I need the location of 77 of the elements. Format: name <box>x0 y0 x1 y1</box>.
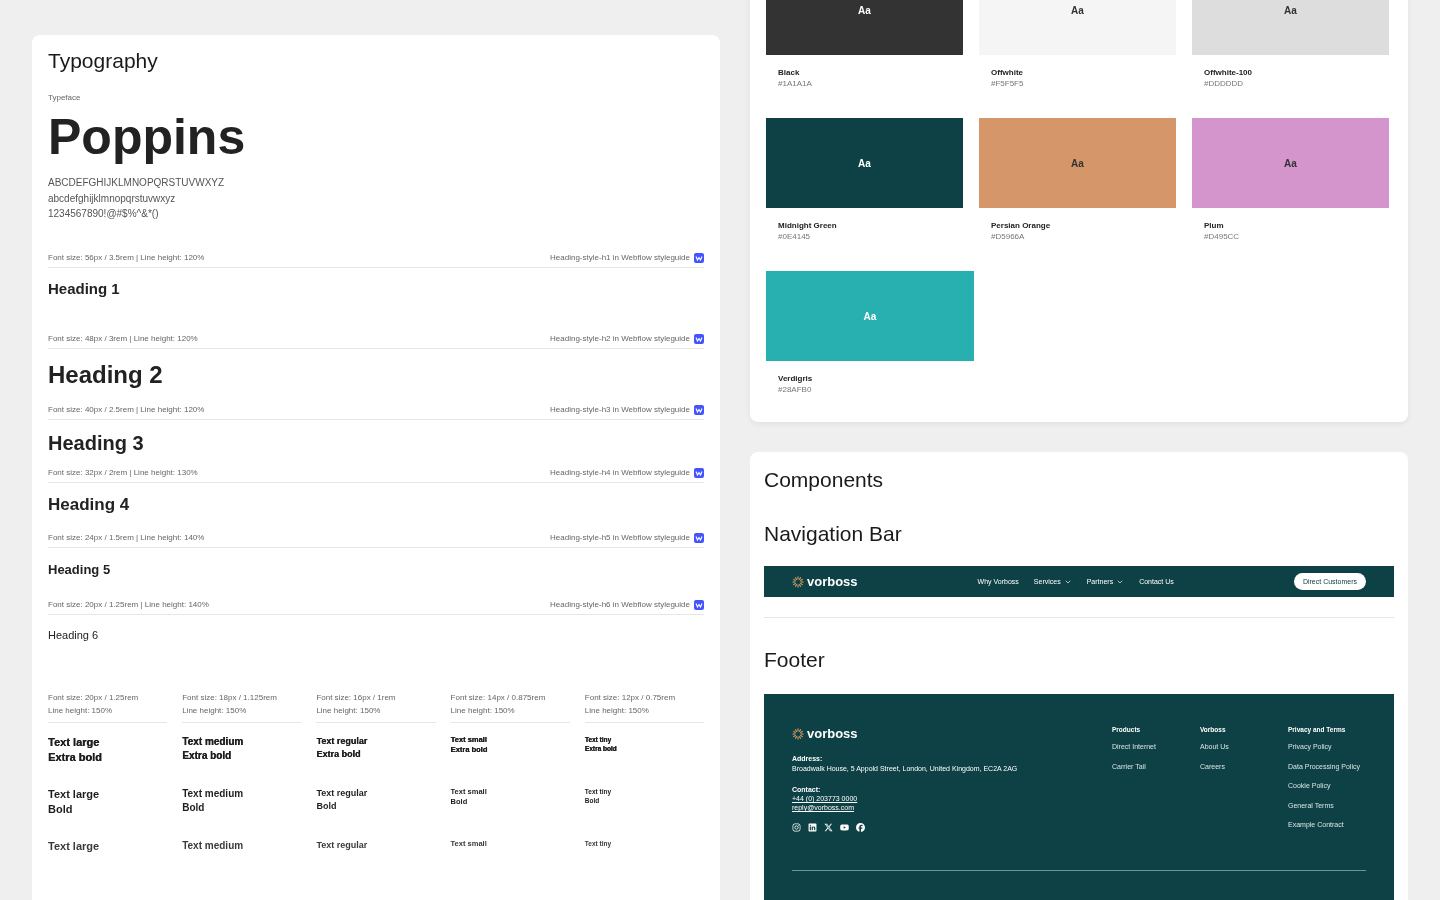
color-name: Offwhite <box>991 68 1024 77</box>
heading-sample: Heading 2 <box>48 359 164 390</box>
character-set: ABCDEFGHIJKLMNOPQRSTUVWXYZ <box>48 176 226 190</box>
brand-name: vorboss <box>807 726 858 741</box>
styleguide-reference: Heading-style-h2 in Webflow styleguide <box>550 334 690 343</box>
heading-sample: Heading 5 <box>48 560 112 579</box>
color-hex: #28AFB0 <box>778 385 813 394</box>
styleguide-reference: Heading-style-h3 in Webflow styleguide <box>550 405 690 414</box>
color-name: Black <box>778 68 801 77</box>
styleguide-reference: Heading-style-h5 in Webflow styleguide <box>550 533 690 542</box>
color-swatch: Aa <box>979 118 1176 208</box>
font-spec: Font size: 24px / 1.5rem | Line height: 140% <box>48 533 205 542</box>
section-title: Typography <box>48 49 159 73</box>
facebook-icon[interactable] <box>856 823 865 832</box>
brand-name: vorboss <box>807 574 858 589</box>
color-name: Plum <box>1204 221 1225 230</box>
color-hex: #1A1A1A <box>778 79 813 88</box>
text-style-sample: Text large Extra bold <box>48 734 103 766</box>
character-set: 1234567890!@#$%^&*() <box>48 207 160 221</box>
character-set: abcdefghijklmnopqrstuvwxyz <box>48 191 177 206</box>
youtube-icon[interactable] <box>840 823 849 832</box>
text-style-sample: Text regular <box>316 838 369 852</box>
color-name: Verdigris <box>778 374 814 383</box>
color-hex: #F5F5F5 <box>991 79 1025 88</box>
logo-icon <box>694 532 704 543</box>
text-style-sample: Text regular Extra bold <box>316 734 369 761</box>
font-spec: Font size: 20px / 1.25rem Line height: 150% <box>48 690 168 723</box>
heading-sample: Heading 4 <box>48 493 131 516</box>
color-name: Offwhite-100 <box>1204 68 1253 77</box>
text-style-sample: Text medium <box>182 838 245 853</box>
font-spec: Font size: 40px / 2.5rem | Line height: 120% <box>48 405 205 414</box>
sunburst-logo-icon <box>792 727 804 740</box>
heading-sample: Heading 3 <box>48 430 145 456</box>
instagram-icon[interactable] <box>792 823 801 832</box>
styleguide-reference: Heading-style-h1 in Webflow styleguide <box>550 253 690 262</box>
typeface-label: Typeface <box>48 93 82 102</box>
color-swatch: Aa <box>766 0 963 55</box>
font-spec: Font size: 48px / 3rem | Line height: 120% <box>48 334 198 343</box>
color-name: Midnight Green <box>778 221 838 230</box>
text-style-sample: Text medium Extra bold <box>182 734 245 763</box>
font-spec: Font size: 12px / 0.75rem Line height: 150% <box>584 690 704 723</box>
logo-icon <box>694 599 704 610</box>
font-spec: Font size: 20px / 1.25rem | Line height: 140% <box>48 600 209 609</box>
color-hex: #DDDDDD <box>1204 79 1245 88</box>
font-spec: Font size: 16px / 1rem Line height: 150% <box>316 690 436 723</box>
font-spec: Font size: 18px / 1.125rem Line height: 150% <box>182 690 302 723</box>
component-title: Navigation Bar <box>764 522 903 546</box>
logo-icon <box>694 404 704 415</box>
color-swatch: Aa <box>979 0 1176 55</box>
text-style-sample: Text large Bold <box>48 786 101 818</box>
color-hex: #D5966A <box>991 232 1026 241</box>
color-swatch: Aa <box>1192 0 1389 55</box>
color-swatch: Aa <box>766 118 963 208</box>
text-style-sample: Text medium Bold <box>182 786 245 815</box>
logo-icon <box>694 467 704 478</box>
color-name: Persian Orange <box>991 221 1052 230</box>
font-spec: Font size: 56px / 3.5rem | Line height: 120% <box>48 253 205 262</box>
logo-icon <box>694 333 704 344</box>
section-title: Components <box>764 468 885 492</box>
color-swatch: Aa <box>766 271 974 361</box>
styleguide-reference: Heading-style-h6 in Webflow styleguide <box>550 600 690 609</box>
component-title: Footer <box>764 648 826 672</box>
heading-sample: Heading 6 <box>48 627 100 643</box>
typeface-name: Poppins <box>48 110 247 165</box>
x-icon[interactable] <box>824 823 833 832</box>
font-spec: Font size: 14px / 0.875rem Line height: 150% <box>450 690 570 723</box>
logo-icon <box>694 252 704 263</box>
styleguide-reference: Heading-style-h4 in Webflow styleguide <box>550 468 690 477</box>
text-style-sample: Text regular Bold <box>316 786 369 813</box>
color-hex: #D495CC <box>1204 232 1241 241</box>
color-swatch: Aa <box>1192 118 1389 208</box>
font-spec: Font size: 32px / 2rem | Line height: 130% <box>48 468 198 477</box>
heading-sample: Heading 1 <box>48 278 121 299</box>
color-hex: #0E4145 <box>778 232 812 241</box>
text-style-sample: Text large <box>48 838 101 854</box>
linkedin-icon[interactable] <box>808 823 817 832</box>
sunburst-logo-icon <box>792 575 804 588</box>
